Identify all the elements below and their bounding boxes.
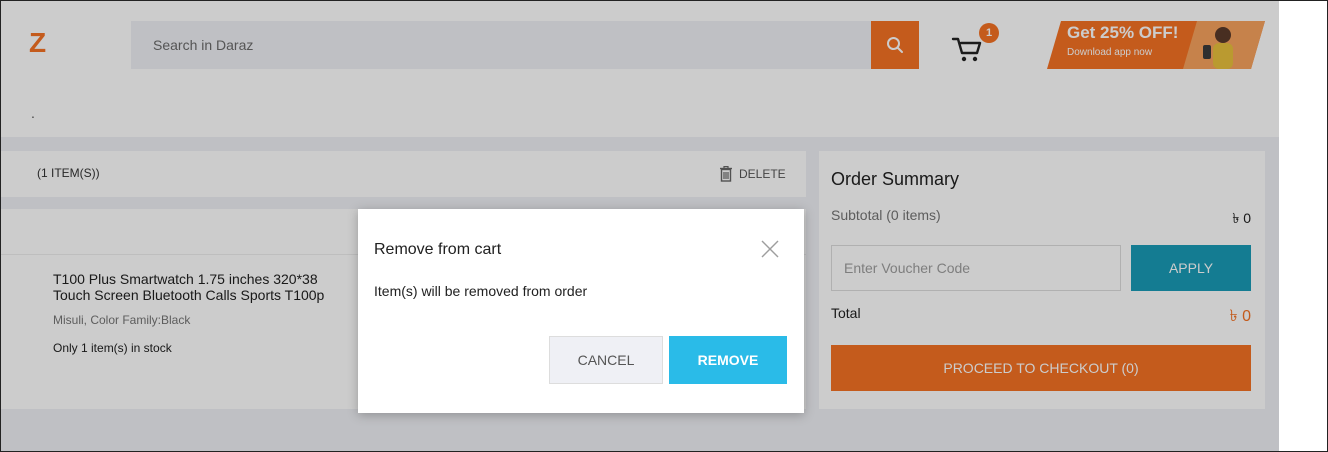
dialog-title: Remove from cart [374,241,502,258]
cancel-button[interactable]: CANCEL [549,336,663,384]
close-button[interactable] [758,237,782,261]
screenshot-frame: Z 1 Get 25% OFF! Dow [0,0,1328,452]
remove-button[interactable]: REMOVE [669,336,787,384]
dialog-message: Item(s) will be removed from order [374,283,588,299]
app: Z 1 Get 25% OFF! Dow [1,1,1279,451]
remove-from-cart-dialog: Remove from cart Item(s) will be removed… [358,209,804,413]
close-icon [761,240,779,258]
